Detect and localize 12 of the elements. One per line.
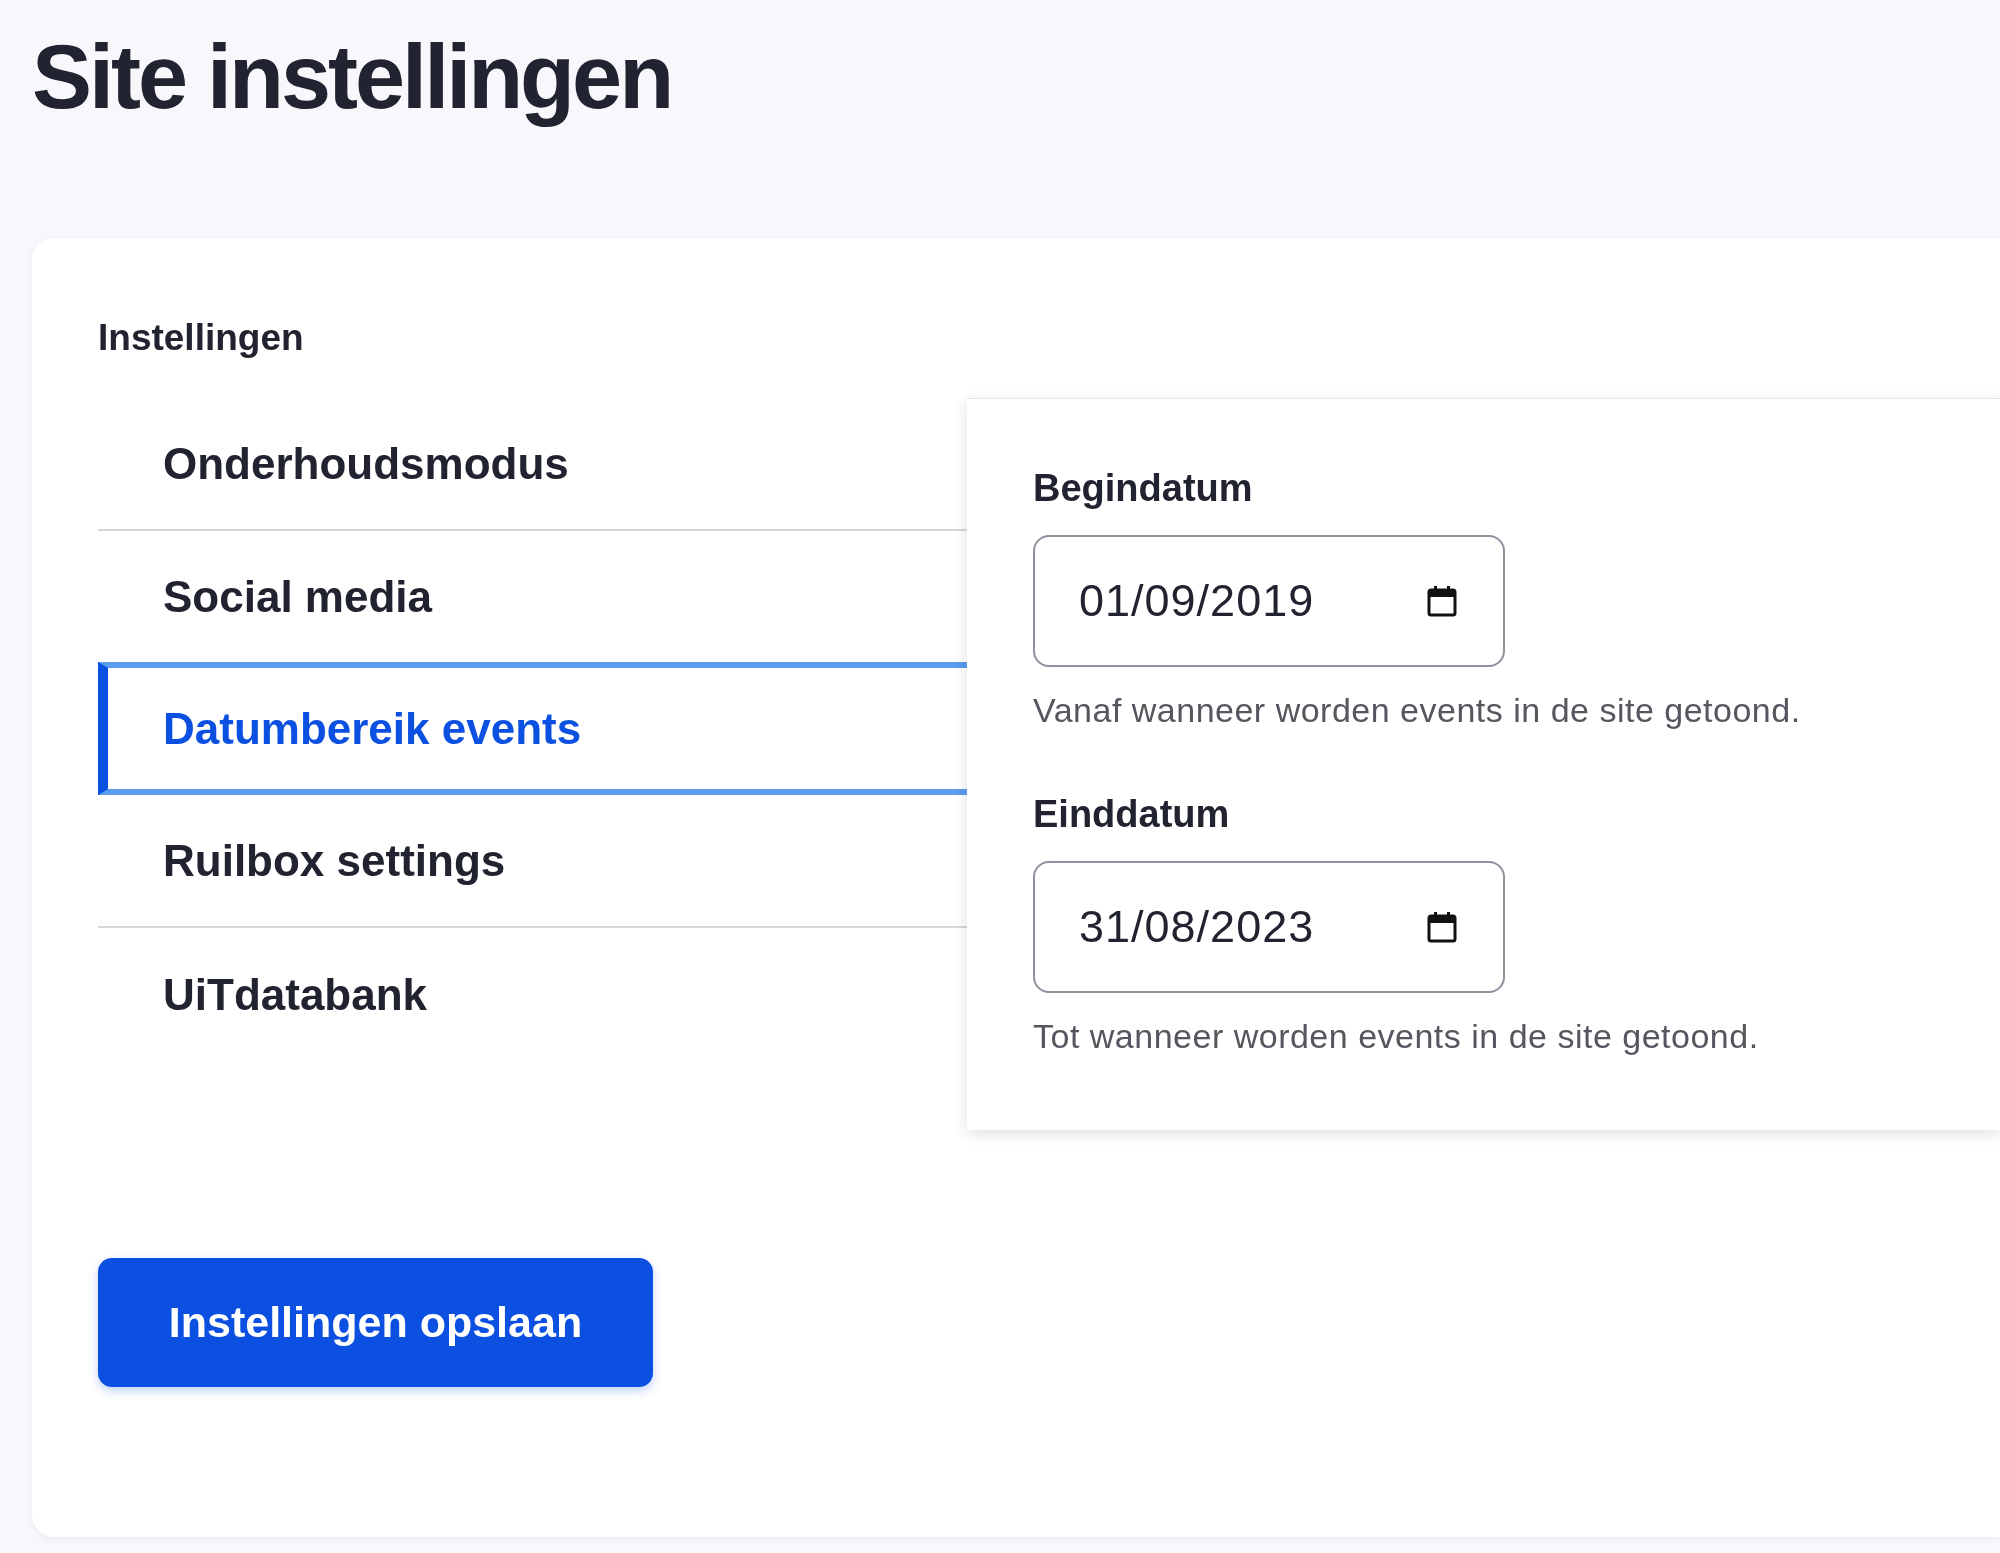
date-field[interactable]: 01/09/2019 <box>1033 535 1505 667</box>
help-text: Tot wanneer worden events in de site getoond. <box>1033 1016 1760 1057</box>
page-title: Site instellingen <box>32 26 673 129</box>
help-text: Vanaf wanneer worden events in de site getoond. <box>1033 690 1802 731</box>
date-field[interactable]: 31/08/2023 <box>1033 861 1505 993</box>
save-button[interactable]: Instellingen opslaan <box>98 1258 653 1387</box>
field-label: Begindatum <box>1033 466 1254 511</box>
vertical-tab[interactable]: Datumbereik events <box>98 662 967 795</box>
calendar-icon[interactable] <box>1427 911 1457 943</box>
section-label: Instellingen <box>98 316 305 360</box>
field-label: Einddatum <box>1033 792 1231 837</box>
calendar-icon[interactable] <box>1427 585 1457 617</box>
